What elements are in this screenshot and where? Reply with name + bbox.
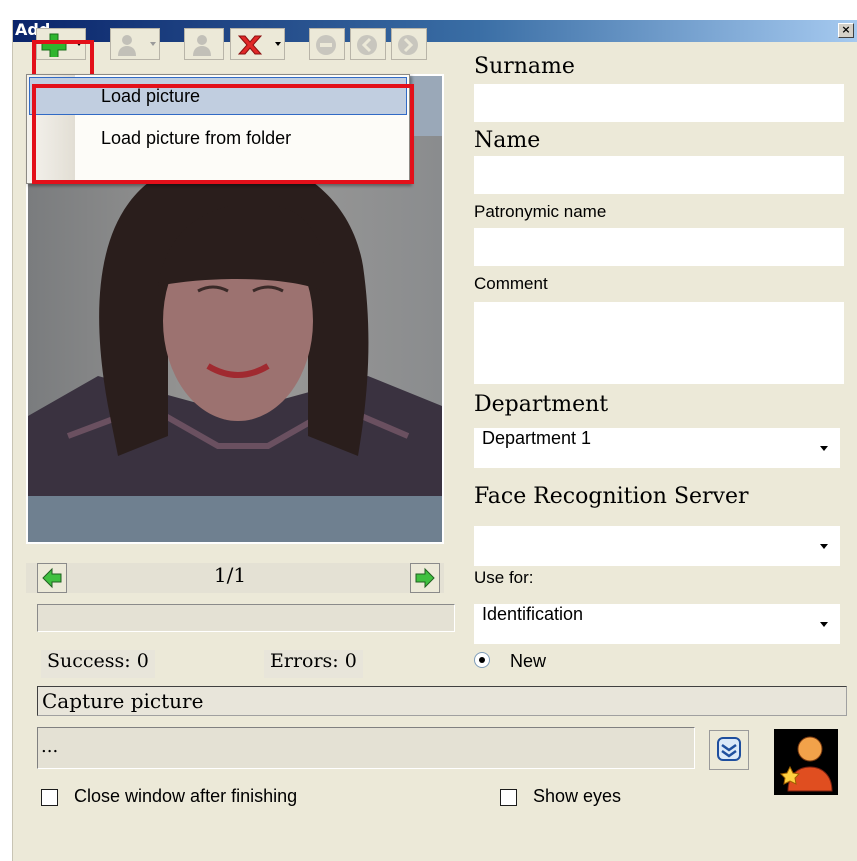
close-button[interactable]: × — [838, 23, 854, 38]
expand-button[interactable] — [709, 730, 749, 770]
success-count: Success: 0 — [41, 650, 155, 678]
department-value: Department 1 — [482, 428, 592, 448]
use-for-label: Use for: — [474, 568, 534, 587]
user-button[interactable] — [184, 28, 224, 60]
comment-label: Comment — [474, 274, 548, 293]
server-label: Face Recognition Server — [474, 484, 749, 509]
surname-field[interactable] — [474, 84, 844, 122]
delete-icon — [237, 35, 263, 55]
name-field[interactable] — [474, 156, 844, 194]
arrow-right-icon — [415, 567, 435, 589]
minus-button[interactable] — [309, 28, 345, 60]
department-select[interactable]: Department 1 — [474, 428, 840, 468]
close-after-label: Close window after finishing — [74, 786, 298, 806]
server-select[interactable] — [474, 526, 840, 566]
user-dropdown-icon — [118, 35, 136, 56]
user-icon — [193, 35, 211, 56]
comment-field[interactable] — [474, 302, 844, 384]
radio-dot — [479, 657, 485, 663]
next-button[interactable] — [410, 563, 440, 593]
patronymic-field[interactable] — [474, 228, 844, 266]
forward-button[interactable] — [391, 28, 427, 60]
department-label: Department — [474, 392, 609, 417]
chevron-down-icon — [275, 42, 281, 46]
use-for-select[interactable]: Identification — [474, 604, 840, 644]
chevron-down-icon — [820, 544, 828, 549]
show-eyes-checkbox[interactable] — [500, 789, 517, 806]
name-label: Name — [474, 128, 541, 153]
delete-button[interactable] — [230, 28, 285, 60]
forward-circle-icon — [398, 35, 418, 55]
path-field[interactable]: ... — [37, 727, 695, 769]
user-dropdown-button[interactable] — [110, 28, 160, 60]
back-button[interactable] — [350, 28, 386, 60]
chevron-down-icon — [150, 42, 156, 46]
new-label: New — [510, 651, 547, 671]
capture-picture-bar: Capture picture — [37, 686, 847, 716]
patronymic-label: Patronymic name — [474, 202, 607, 221]
arrow-left-icon — [42, 567, 62, 589]
new-radio[interactable] — [474, 652, 490, 668]
double-chevron-down-icon — [717, 737, 741, 761]
minus-circle-icon — [316, 35, 336, 55]
use-for-value: Identification — [482, 604, 584, 624]
page-counter: 1/1 — [213, 563, 247, 587]
progress-bar — [37, 604, 455, 632]
close-after-checkbox[interactable] — [41, 789, 58, 806]
show-eyes-label: Show eyes — [533, 786, 622, 806]
chevron-down-icon — [820, 622, 828, 627]
back-circle-icon — [357, 35, 377, 55]
chevron-down-icon — [820, 446, 828, 451]
menu-highlight — [32, 84, 414, 184]
previous-button[interactable] — [37, 563, 67, 593]
user-avatar[interactable] — [774, 729, 838, 795]
error-count: Errors: 0 — [264, 650, 363, 678]
surname-label: Surname — [474, 54, 575, 79]
person-star-icon — [779, 736, 833, 792]
